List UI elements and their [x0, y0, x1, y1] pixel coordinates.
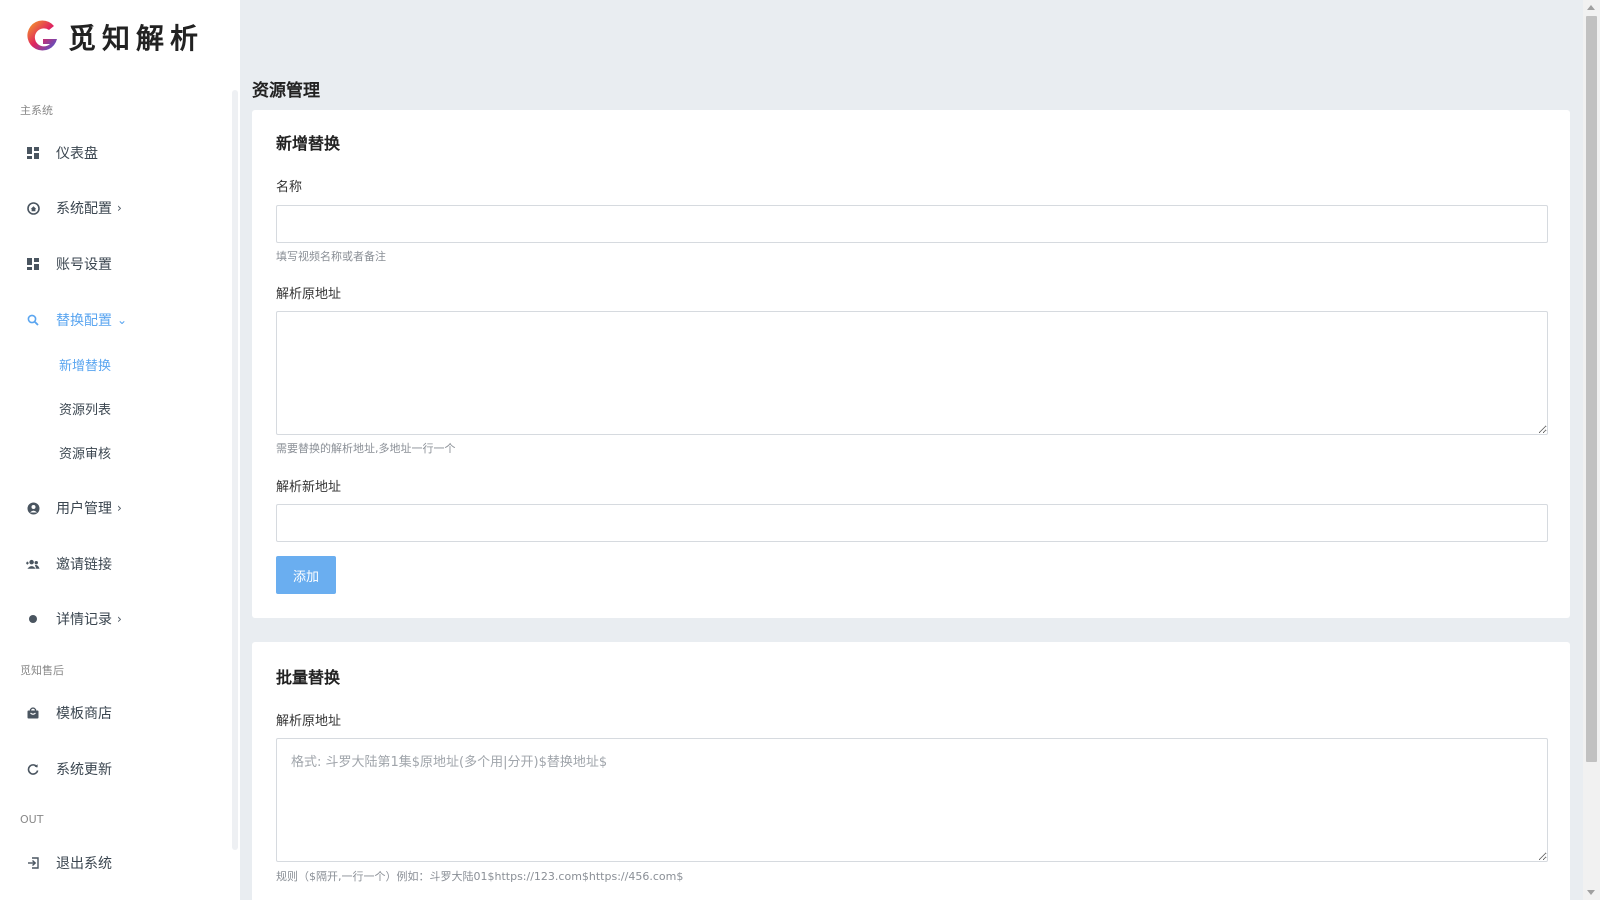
sidebar-item-logout[interactable]: 退出系统: [0, 843, 230, 883]
scrollbar-thumb[interactable]: [1586, 16, 1597, 762]
origin-url-help: 需要替换的解析地址,多地址一行一个: [276, 442, 456, 455]
new-url-label: 解析新地址: [276, 480, 342, 495]
sidebar-item-template-store[interactable]: 模板商店: [0, 693, 230, 733]
sidebar-item-records[interactable]: 详情记录 ›: [0, 599, 230, 639]
batch-origin-url-label: 解析原地址: [276, 714, 342, 729]
page-title: 资源管理: [252, 81, 320, 101]
sidebar: 觅知解析 主系统 仪表盘 系统配置 › 账号设置 替换配置 ⌄ 新增替换 资源列…: [0, 0, 240, 900]
refresh-icon: [26, 762, 40, 776]
brand-logo[interactable]: 觅知解析: [22, 16, 204, 58]
section-label-after-sale: 觅知售后: [20, 664, 64, 677]
home-icon: [26, 201, 40, 215]
dot-icon: [26, 612, 40, 626]
sidebar-item-label: 邀请链接: [56, 557, 112, 573]
batch-replace-card: 批量替换 解析原地址 规则（$隔开,一行一个）例如：斗罗大陆01$https:/…: [252, 642, 1570, 900]
chevron-right-icon: ›: [117, 612, 122, 626]
sidebar-item-label: 详情记录: [56, 612, 112, 628]
chevron-right-icon: ›: [117, 501, 122, 515]
name-input[interactable]: [276, 205, 1548, 243]
chevron-right-icon: ›: [117, 201, 122, 215]
scroll-up-arrow-icon[interactable]: [1587, 5, 1595, 10]
scroll-down-arrow-icon[interactable]: [1587, 890, 1595, 895]
sidebar-item-user-manage[interactable]: 用户管理 ›: [0, 488, 230, 528]
name-help: 填写视频名称或者备注: [276, 250, 386, 263]
chevron-down-icon: ⌄: [117, 313, 128, 327]
sidebar-item-label: 仪表盘: [56, 146, 98, 162]
sidebar-item-dashboard[interactable]: 仪表盘: [0, 133, 230, 173]
dashboard-icon: [26, 146, 40, 160]
sidebar-item-label: 用户管理: [56, 501, 112, 517]
user-circle-icon: [26, 501, 40, 515]
sidebar-item-label: 替换配置: [56, 313, 112, 329]
sidebar-subitem-resource-list[interactable]: 资源列表: [59, 399, 111, 418]
sidebar-item-system-update[interactable]: 系统更新: [0, 749, 230, 789]
sidebar-item-label: 退出系统: [56, 856, 112, 872]
user-add-icon: [26, 557, 40, 571]
sidebar-item-label: 系统配置: [56, 201, 112, 217]
origin-url-textarea[interactable]: [276, 311, 1548, 435]
card-title: 批量替换: [276, 668, 341, 687]
sidebar-subitem-resource-review[interactable]: 资源审核: [59, 443, 111, 462]
name-label: 名称: [276, 180, 303, 195]
add-button[interactable]: 添加: [276, 556, 336, 594]
logout-icon: [26, 856, 40, 870]
logo-icon: [27, 20, 57, 51]
sidebar-item-account[interactable]: 账号设置: [0, 244, 230, 284]
card-title: 新增替换: [276, 134, 341, 153]
sidebar-item-system-config[interactable]: 系统配置 ›: [0, 188, 230, 228]
sidebar-subitem-add-replace[interactable]: 新增替换: [59, 355, 111, 374]
sidebar-item-label: 系统更新: [56, 762, 112, 778]
page-scrollbar[interactable]: [1583, 0, 1600, 900]
section-label-out: OUT: [20, 813, 44, 826]
sidebar-item-replace-config[interactable]: 替换配置 ⌄: [0, 300, 230, 340]
batch-origin-url-textarea[interactable]: [276, 738, 1548, 862]
origin-url-label: 解析原地址: [276, 287, 342, 302]
sidebar-item-label: 模板商店: [56, 706, 112, 722]
add-replace-card: 新增替换 名称 填写视频名称或者备注 解析原地址 需要替换的解析地址,多地址一行…: [252, 110, 1570, 618]
sidebar-scrollbar[interactable]: [232, 90, 238, 850]
new-url-input[interactable]: [276, 504, 1548, 542]
section-label-main: 主系统: [20, 104, 53, 117]
sidebar-item-invite[interactable]: 邀请链接: [0, 544, 230, 584]
batch-rule-help: 规则（$隔开,一行一个）例如：斗罗大陆01$https://123.com$ht…: [276, 870, 684, 883]
brand-name: 觅知解析: [68, 22, 205, 55]
dashboard-icon: [26, 257, 40, 271]
shopping-bag-icon: [26, 706, 40, 720]
search-icon: [26, 313, 40, 327]
sidebar-item-label: 账号设置: [56, 257, 112, 273]
